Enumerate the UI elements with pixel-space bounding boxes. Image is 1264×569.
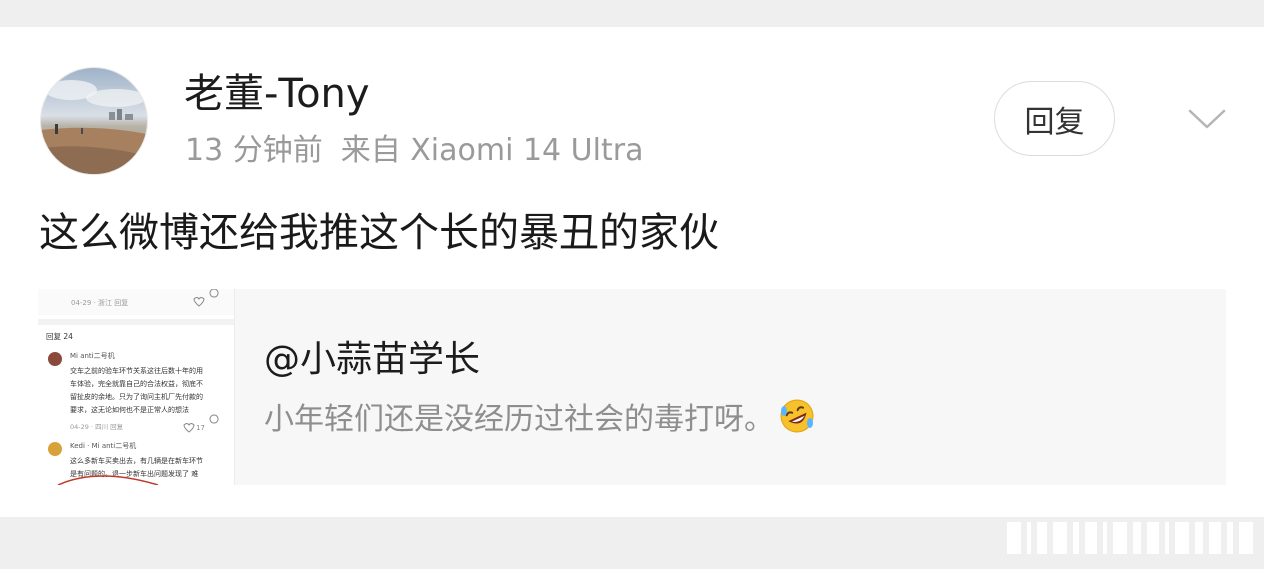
reply-button[interactable]: 回复 bbox=[994, 81, 1115, 156]
thumb-comment2-name: Kedi · Mi anti二号机 bbox=[70, 441, 136, 450]
post-text: 这么微博还给我推这个长的暴丑的家伙 bbox=[39, 210, 719, 256]
thumb-comment1-line3: 留扯皮的余地。只为了询问主机厂先付款的 bbox=[70, 392, 203, 401]
quoted-author[interactable]: @小蒜苗学长 bbox=[264, 337, 480, 383]
post-time: 13 分钟前 bbox=[185, 133, 323, 168]
barcode-watermark bbox=[1005, 522, 1260, 558]
thumb-comment1-line1: 交车之前的验车环节关系这往后数十年的用 bbox=[70, 366, 203, 375]
thumb-comment1-line4: 要求，这无论如何也不是正常人的想法 bbox=[70, 405, 189, 414]
thumb-comment1-meta: 04-29 · 四川 回复 bbox=[70, 422, 124, 431]
post-meta: 13 分钟前 来自 Xiaomi 14 Ultra bbox=[185, 131, 643, 171]
post-source: 来自 Xiaomi 14 Ultra bbox=[340, 133, 644, 168]
quoted-post-card[interactable]: 04-29 · 浙江 回复 回复 24 Mi anti二号机 交车之前的验车环节… bbox=[38, 289, 1226, 485]
comment-card: 老董-Tony 13 分钟前 来自 Xiaomi 14 Ultra 回复 这么微博… bbox=[0, 27, 1264, 517]
quoted-text: 小年轻们还是没经历过社会的毒打呀。 bbox=[264, 402, 774, 437]
quoted-text-row: 小年轻们还是没经历过社会的毒打呀。 bbox=[264, 397, 816, 446]
thumb-top-meta: 04-29 · 浙江 回复 bbox=[71, 298, 128, 307]
avatar[interactable] bbox=[40, 67, 148, 175]
thumb-replies-header: 回复 24 bbox=[46, 331, 73, 341]
thumb-avatar-2 bbox=[48, 442, 62, 456]
top-divider-strip bbox=[0, 0, 1264, 27]
thumb-comment2-line1: 这么多新车买卖出去，有几辆是在新车环节 bbox=[70, 456, 203, 465]
thumb-comment1-line2: 车体验，完全就靠自己的合法权益，彻底不 bbox=[70, 379, 203, 388]
user-name[interactable]: 老董-Tony bbox=[184, 69, 370, 119]
thumb-comment1-likes: 17 bbox=[196, 424, 205, 432]
thumb-avatar-1 bbox=[48, 352, 62, 366]
thumb-comment1-name: Mi anti二号机 bbox=[70, 351, 115, 360]
quoted-post-thumbnail: 04-29 · 浙江 回复 回复 24 Mi anti二号机 交车之前的验车环节… bbox=[38, 289, 235, 485]
chevron-down-icon[interactable] bbox=[1186, 103, 1228, 133]
rofl-emoji-icon bbox=[778, 397, 816, 446]
